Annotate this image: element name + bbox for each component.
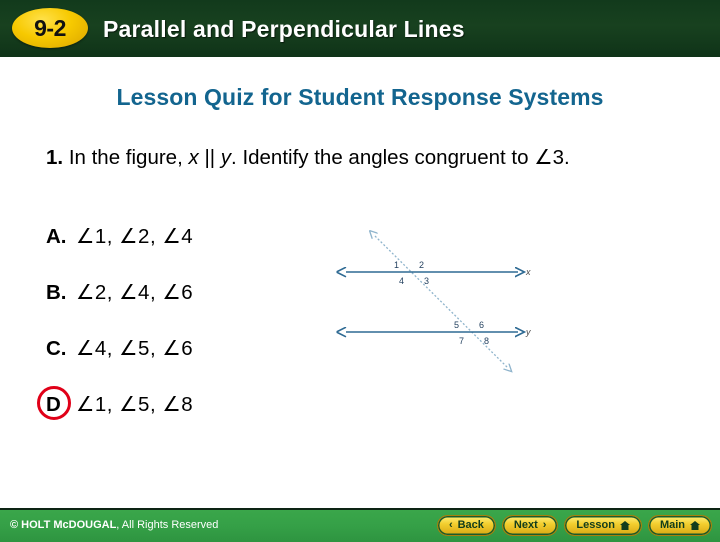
back-button[interactable]: ‹ Back [436,515,496,536]
copyright-brand: © HOLT McDOUGAL [10,519,117,531]
next-button[interactable]: Next › [501,515,559,536]
angle-label-8: 8 [484,336,489,346]
home-icon [690,521,700,530]
answer-choice-c[interactable]: C. ∠4, ∠5, ∠6 [46,336,326,392]
chevron-left-icon: ‹ [448,519,453,531]
question-var-x: x [188,146,199,169]
lesson-button-label: Lesson [576,519,615,531]
home-icon [619,521,630,530]
answer-choice-d-text: ∠1, ∠5, ∠8 [76,393,194,416]
answer-choice-c-letter: C. [46,337,67,360]
lesson-number-badge: 9-2 [12,8,88,48]
main-button[interactable]: Main [647,515,712,536]
angle-label-1: 1 [394,260,399,270]
chevron-right-icon: › [542,519,547,531]
answer-choice-b-text: ∠2, ∠4, ∠6 [76,281,194,304]
answer-choice-d[interactable]: D ∠1, ∠5, ∠8 [37,386,326,448]
answer-choice-a[interactable]: A. ∠1, ∠2, ∠4 [46,224,326,280]
copyright-text: © HOLT McDOUGAL, All Rights Reserved [10,519,218,531]
next-button-label: Next [513,519,538,531]
answer-choice-a-text: ∠1, ∠2, ∠4 [76,225,194,248]
angle-label-6: 6 [479,320,484,330]
angle-label-4: 4 [399,276,404,286]
answer-choice-c-text: ∠4, ∠5, ∠6 [76,337,194,360]
page-footer: © HOLT McDOUGAL, All Rights Reserved ‹ B… [0,508,720,542]
answer-choice-b-letter: B. [46,281,67,304]
question-parallel-symbol: || [204,146,216,169]
answer-choice-d-letter: D [46,393,61,416]
transversal-line [375,236,508,368]
question-var-y: y [220,146,232,169]
lesson-button[interactable]: Lesson [564,515,642,536]
page-title: Parallel and Perpendicular Lines [103,16,465,42]
angle-label-5: 5 [454,320,459,330]
question-text-part2: . Identify the angles congruent to ∠3. [231,146,570,169]
lesson-number-label: 9-2 [34,15,66,41]
line-x-label: x [525,267,531,277]
question-text-part1: In the figure, [68,146,183,169]
angle-label-2: 2 [419,260,424,270]
page-header: 9-2 Parallel and Perpendicular Lines [0,0,720,57]
question-number: 1. [46,146,64,169]
angle-label-3: 3 [424,276,429,286]
parallel-lines-diagram: x y 1 2 4 3 5 6 7 8 [336,226,531,381]
line-y-label: y [525,327,531,337]
question-text: 1. In the figure, x || y. Identify the a… [46,144,606,171]
answer-choice-a-letter: A. [46,225,67,248]
navigation-buttons: ‹ Back Next › Lesson Main [436,515,712,536]
copyright-rights: , All Rights Reserved [116,519,219,531]
answer-choices-list: A. ∠1, ∠2, ∠4 B. ∠2, ∠4, ∠6 C. ∠4, ∠5, ∠6 D… [37,224,326,448]
angle-label-7: 7 [459,336,464,346]
geometry-figure: x y 1 2 4 3 5 6 7 8 [336,226,566,381]
answer-choice-b[interactable]: B. ∠2, ∠4, ∠6 [46,280,326,336]
quiz-subtitle: Lesson Quiz for Student Response Systems [116,84,604,110]
back-button-label: Back [457,519,484,531]
main-button-label: Main [659,519,685,531]
